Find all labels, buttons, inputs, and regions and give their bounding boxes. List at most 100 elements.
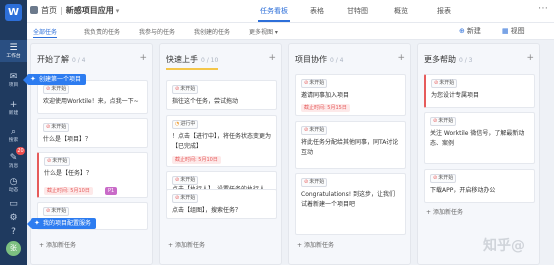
task-title: 欢迎使用Worktile！来，点我一下~ [43, 98, 139, 105]
tab-board[interactable]: 任务看板 [258, 6, 290, 22]
task-card[interactable]: ⊘未开始 指往这个任务，尝试拖动 [166, 80, 277, 110]
avatar[interactable]: 张 [6, 241, 21, 256]
folder-icon: ▭ [9, 199, 18, 209]
task-card[interactable]: ⊘未开始 关注 Worktile 微信号，了解最新动态、案例 [424, 112, 535, 164]
grid-icon: ▦ [502, 27, 509, 35]
view-button[interactable]: ▦ 视图 [502, 26, 525, 36]
nav-search[interactable]: ⌕ 搜索 [0, 124, 27, 146]
add-task-button[interactable]: + 添加新任务 [39, 240, 76, 249]
task-title: 什么是【任务】？ [44, 170, 93, 177]
view-bar: 全部任务 我负责的任务 我参与的任务 我创建的任务 更多视图 ▾ ⊕ 新建 ▦ 视图 [27, 23, 554, 40]
view-my-responsible[interactable]: 我负责的任务 [84, 27, 120, 36]
task-title: 邀请同事加入项目 [301, 92, 350, 99]
add-task-button[interactable]: + 添加新任务 [168, 240, 205, 249]
tab-gantt[interactable]: 甘特图 [347, 6, 368, 16]
column-title: 更多帮助 0 / 3 [424, 55, 473, 64]
tab-overview[interactable]: 概览 [394, 6, 408, 16]
task-card[interactable]: ⊘未开始 为您设计专属项目 [424, 74, 535, 108]
status-badge[interactable]: ⊘未开始 [301, 126, 328, 135]
task-card[interactable]: ⊘未开始 将此任务分配给其他同事，同TA讨论互动 [295, 121, 406, 169]
task-card[interactable]: ⊘未开始 下载APP，开启移动办公 [424, 169, 535, 203]
due-date-badge: 截止时间: 5月10日 [172, 156, 221, 164]
task-title: 什么是【项目】？ [43, 136, 92, 143]
onboarding-tooltip-my-project[interactable]: ✦ 我的项目配置服务 [26, 218, 97, 229]
task-title: 指往这个任务，尝试拖动 [172, 98, 239, 105]
view-my-participating[interactable]: 我参与的任务 [139, 27, 175, 36]
task-title: 下载APP，开启移动办公 [430, 187, 496, 194]
due-date-badge: 截止时间: 5月15日 [301, 104, 350, 112]
column-menu-icon[interactable]: + [526, 53, 534, 63]
status-badge[interactable]: ◔进行中 [172, 120, 199, 129]
home-icon [30, 6, 38, 14]
status-badge[interactable]: ⊘未开始 [431, 79, 458, 88]
column-title: 开始了解 0 / 4 [37, 55, 86, 64]
status-badge[interactable]: ⊘未开始 [430, 117, 457, 126]
nav-settings[interactable]: ⚙ [0, 213, 27, 225]
task-card[interactable]: ◔进行中 ！点击【进行中】，将任务状态变更为【已完成】 截止时间: 5月10日 [166, 115, 277, 167]
help-icon: ? [11, 227, 16, 237]
left-nav-rail: W ☰ 工作台 ✉ 项目 + 新建 ⌕ 搜索 ✎ 消息 20 ◷ 动态 ▭ ⚙ … [0, 0, 27, 265]
status-badge[interactable]: ⊘未开始 [301, 178, 328, 187]
task-title: 关注 Worktile 微信号，了解最新动态、案例 [430, 130, 525, 147]
column-title: 项目协作 0 / 4 [295, 55, 344, 64]
new-button[interactable]: ⊕ 新建 [459, 26, 481, 36]
status-badge[interactable]: ⊘未开始 [43, 207, 70, 216]
column-menu-icon[interactable]: + [397, 53, 405, 63]
task-card[interactable]: ⊘未开始 欢迎使用Worktile！来，点我一下~ [37, 80, 148, 114]
onboarding-tooltip-create-project[interactable]: ✦ 创建第一个项目 [22, 74, 87, 85]
add-task-button[interactable]: + 添加新任务 [426, 207, 463, 216]
task-title: 为您设计专属项目 [431, 92, 480, 99]
board-column-quickstart: 快速上手 0 / 10 + ⊘未开始 指往这个任务，尝试拖动 ◔进行中 ！点击【进… [159, 43, 282, 265]
status-badge[interactable]: ⊘未开始 [301, 79, 328, 88]
task-card[interactable]: ⊘未开始 点击【组图】，搜索任务？ [166, 189, 277, 219]
gear-icon: ⚙ [9, 213, 18, 223]
nav-new[interactable]: + 新建 [0, 97, 27, 119]
task-title: ！点击【进行中】，将任务状态变更为【已完成】 [172, 133, 272, 150]
status-badge[interactable]: ⊘未开始 [172, 176, 199, 185]
task-card[interactable]: ⊘未开始 什么是【项目】？ [37, 118, 148, 148]
status-badge[interactable]: ⊘未开始 [430, 174, 457, 183]
nav-workbench[interactable]: ☰ 工作台 [0, 40, 27, 62]
status-badge[interactable]: ⊘未开始 [43, 123, 70, 132]
column-progress-bar [166, 68, 218, 70]
board-column-help: 更多帮助 0 / 3 + ⊘未开始 为您设计专属项目 ⊘未开始 关注 Workti… [417, 43, 540, 265]
nav-help[interactable]: ? [0, 227, 27, 239]
nav-activity[interactable]: ◷ 动态 [0, 174, 27, 196]
tab-table[interactable]: 表格 [310, 6, 324, 16]
top-bar: 首页 | 新感项目应用 ▾ 任务看板 表格 甘特图 概览 报表 ⋯ [27, 0, 554, 23]
lightbulb-icon: ✦ [30, 75, 36, 83]
status-badge[interactable]: ⊘未开始 [172, 85, 199, 94]
view-my-created[interactable]: 我创建的任务 [194, 27, 230, 36]
due-date-badge: 截止时间: 5月10日 [44, 187, 93, 195]
clock-icon: ◷ [9, 177, 18, 187]
task-title: 点击【组图】，搜索任务？ [172, 207, 242, 214]
chevron-down-icon[interactable]: ▾ [116, 7, 120, 15]
status-badge[interactable]: ⊘未开始 [44, 157, 71, 166]
task-title: Congratulations! 到这步，让我们试着新建一个项目吧 [301, 191, 396, 208]
task-card[interactable]: ⊘未开始 Congratulations! 到这步，让我们试着新建一个项目吧 [295, 173, 406, 235]
add-task-button[interactable]: + 添加新任务 [297, 240, 334, 249]
task-title: 将此任务分配给其他同事，同TA讨论互动 [301, 139, 399, 156]
more-menu-icon[interactable]: ⋯ [538, 3, 548, 14]
status-badge[interactable]: ⊘未开始 [43, 85, 70, 94]
breadcrumb: 首页 | 新感项目应用 ▾ [30, 5, 119, 16]
message-icon: ✎ [9, 153, 18, 163]
lightbulb-icon: ✦ [34, 219, 40, 227]
watermark: 知乎@ [483, 238, 525, 254]
task-card[interactable]: ⊘未开始 什么是【任务】？ 截止时间: 5月10日 P1 [37, 152, 148, 198]
nav-files[interactable]: ▭ [0, 199, 27, 211]
project-title[interactable]: 新感项目应用 [66, 6, 114, 15]
column-menu-icon[interactable]: + [139, 53, 147, 63]
message-count-badge: 20 [16, 147, 25, 155]
breadcrumb-home[interactable]: 首页 [41, 6, 57, 15]
search-icon: ⌕ [10, 127, 17, 137]
status-badge[interactable]: ⊘未开始 [172, 194, 199, 203]
column-menu-icon[interactable]: + [268, 53, 276, 63]
tab-reports[interactable]: 报表 [437, 6, 451, 16]
plus-circle-icon: ⊕ [459, 27, 465, 35]
app-logo[interactable]: W [5, 4, 22, 21]
view-more[interactable]: 更多视图 ▾ [249, 27, 278, 36]
view-all-tasks[interactable]: 全部任务 [33, 27, 58, 38]
priority-tag: P1 [105, 187, 118, 195]
task-card[interactable]: ⊘未开始 邀请同事加入项目 截止时间: 5月15日 [295, 74, 406, 116]
